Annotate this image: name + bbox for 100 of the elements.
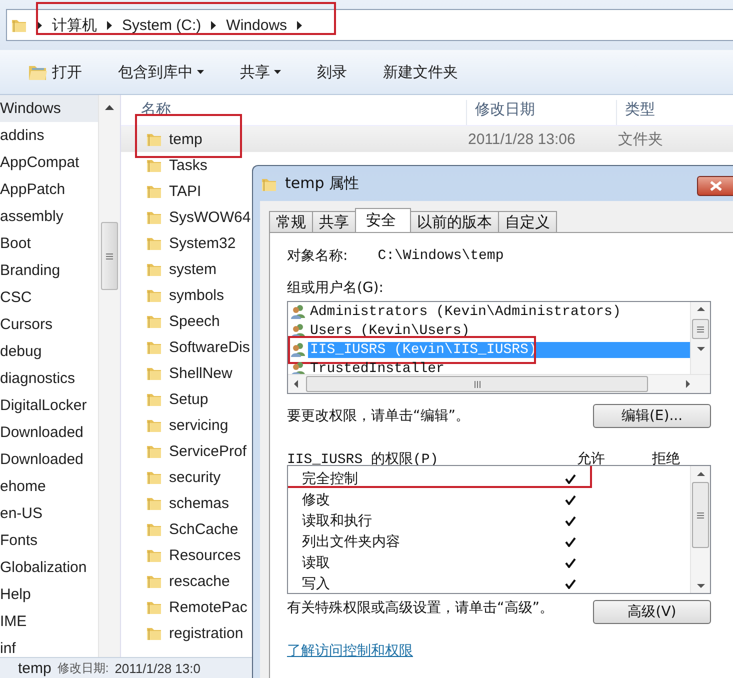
nav-item[interactable]: Globalization xyxy=(0,554,98,581)
users-icon xyxy=(290,323,306,338)
nav-item[interactable]: ehome xyxy=(0,473,98,500)
address-field[interactable]: 计算机 System (C:) Windows xyxy=(6,9,733,41)
scroll-up-icon xyxy=(105,105,114,110)
help-link[interactable]: 了解访问控制和权限 xyxy=(287,642,413,660)
file-name[interactable]: registration xyxy=(169,624,244,642)
tab[interactable]: 以前的版本 xyxy=(410,211,499,232)
user-entry[interactable]: Users (Kevin\Users) xyxy=(308,322,472,338)
breadcrumb[interactable]: System (C:) xyxy=(122,16,202,34)
breadcrumb[interactable]: Windows xyxy=(226,16,288,34)
tab[interactable]: 自定义 xyxy=(498,211,557,232)
file-name[interactable]: Tasks xyxy=(169,156,208,174)
column-header[interactable]: 类型 xyxy=(616,100,733,125)
file-name[interactable]: ServiceProf xyxy=(169,442,247,460)
file-name[interactable]: rescache xyxy=(169,572,230,590)
tab[interactable]: 共享 xyxy=(312,211,356,232)
file-name[interactable]: security xyxy=(169,468,221,486)
nav-item[interactable]: assembly xyxy=(0,203,98,230)
permission-name: 读取 xyxy=(301,554,330,572)
selected-row[interactable]: temp 2011/1/28 13:06 文件夹 xyxy=(121,126,733,152)
file-name[interactable]: System32 xyxy=(169,234,236,252)
file-name[interactable]: SchCache xyxy=(169,520,238,538)
nav-item[interactable]: debug xyxy=(0,338,98,365)
nav-item[interactable]: Downloaded xyxy=(0,446,98,473)
nav-item[interactable]: en-US xyxy=(0,500,98,527)
nav-item[interactable]: Cursors xyxy=(0,311,98,338)
scrollbar-thumb[interactable] xyxy=(692,482,709,548)
nav-item[interactable]: Branding xyxy=(0,257,98,284)
file-name[interactable]: Resources xyxy=(169,546,241,564)
close-icon xyxy=(710,181,722,191)
scrollbar-thumb[interactable] xyxy=(692,319,709,339)
folder-icon xyxy=(146,209,162,225)
file-name[interactable]: servicing xyxy=(169,416,228,434)
toolbar-button[interactable]: 打开 xyxy=(20,58,90,86)
folder-icon xyxy=(146,391,162,407)
file-name[interactable]: ShellNew xyxy=(169,364,232,382)
tab[interactable]: 安全 xyxy=(355,208,411,232)
grip-icon xyxy=(106,252,114,260)
folder-icon xyxy=(146,443,162,459)
nav-item[interactable]: Windows xyxy=(0,95,98,122)
toolbar-button[interactable]: 共享 xyxy=(232,58,289,86)
scrollbar[interactable] xyxy=(98,95,120,657)
folder-icon xyxy=(146,287,162,303)
chevron-icon xyxy=(211,20,216,30)
nav-item[interactable]: diagnostics xyxy=(0,365,98,392)
folder-icon xyxy=(11,17,27,33)
folder-icon xyxy=(146,547,162,563)
toolbar-button[interactable]: 新建文件夹 xyxy=(375,58,466,86)
file-name[interactable]: system xyxy=(169,260,217,278)
folder-icon xyxy=(146,495,162,511)
column-header[interactable]: 修改日期 xyxy=(466,100,616,125)
scroll-left-icon xyxy=(294,380,298,388)
file-name[interactable]: TAPI xyxy=(169,182,202,200)
file-name[interactable]: Speech xyxy=(169,312,220,330)
nav-item[interactable]: inf xyxy=(0,635,98,657)
folder-icon xyxy=(146,625,162,641)
file-name[interactable]: temp xyxy=(169,130,202,148)
breadcrumb[interactable]: 计算机 xyxy=(52,16,97,34)
status-name: temp xyxy=(18,660,52,676)
user-entry[interactable]: Administrators (Kevin\Administrators) xyxy=(308,304,623,320)
file-name[interactable]: schemas xyxy=(169,494,230,512)
tab[interactable]: 常规 xyxy=(269,211,313,232)
object-path: C:\Windows\temp xyxy=(378,248,504,264)
chevron-icon xyxy=(297,20,302,30)
nav-item[interactable]: Boot xyxy=(0,230,98,257)
file-name[interactable]: SysWOW64 xyxy=(169,208,251,226)
nav-item[interactable]: Fonts xyxy=(0,527,98,554)
nav-item[interactable]: IME xyxy=(0,608,98,635)
user-entry[interactable]: TrustedInstaller xyxy=(308,360,446,374)
nav-item[interactable]: CSC xyxy=(0,284,98,311)
nav-item[interactable]: Downloaded xyxy=(0,419,98,446)
column-header: 允许 xyxy=(576,450,606,468)
user-list[interactable]: Administrators (Kevin\Administrators) Users (Kevin\Users) IIS_IUSRS (Kevin\IIS_IUSRS) TrustedInstaller xyxy=(287,301,711,394)
column-header: 拒绝 xyxy=(651,450,681,468)
nav-item[interactable]: AppPatch xyxy=(0,176,98,203)
permission-name: 修改 xyxy=(301,490,330,508)
dropdown-icon xyxy=(197,70,204,74)
file-type: 文件夹 xyxy=(618,130,663,148)
permission-name: 写入 xyxy=(301,574,330,592)
advanced-button[interactable]: 高级(V) xyxy=(593,600,711,624)
scroll-up-icon xyxy=(696,307,704,311)
scrollbar-thumb[interactable] xyxy=(101,222,118,290)
edit-button[interactable]: 编辑(E)... xyxy=(593,404,711,428)
scroll-up-icon xyxy=(696,472,704,476)
file-name[interactable]: symbols xyxy=(169,286,224,304)
nav-item[interactable]: DigitalLocker xyxy=(0,392,98,419)
users-icon xyxy=(290,304,306,319)
toolbar-button[interactable]: 刻录 xyxy=(309,58,355,86)
nav-item[interactable]: AppCompat xyxy=(0,149,98,176)
scroll-down-icon xyxy=(696,347,704,351)
file-name[interactable]: RemotePac xyxy=(169,598,248,616)
permission-name: 完全控制 xyxy=(301,470,358,488)
close-button[interactable] xyxy=(697,176,733,196)
scrollbar-thumb[interactable] xyxy=(306,376,648,392)
file-name[interactable]: SoftwareDis xyxy=(169,338,250,356)
file-name[interactable]: Setup xyxy=(169,390,208,408)
nav-item[interactable]: Help xyxy=(0,581,98,608)
toolbar-button[interactable]: 包含到库中 xyxy=(110,58,212,86)
nav-item[interactable]: addins xyxy=(0,122,98,149)
